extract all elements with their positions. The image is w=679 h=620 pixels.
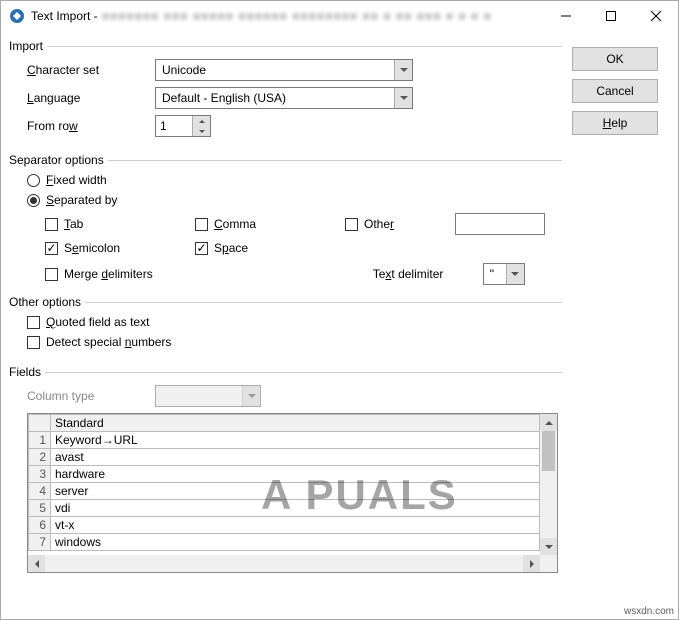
- comma-label: Comma: [214, 217, 256, 231]
- checkbox-off-icon: [195, 218, 208, 231]
- radio-off-icon: [27, 174, 40, 187]
- vertical-scrollbar[interactable]: [540, 414, 557, 555]
- text-delimiter-combo[interactable]: ": [483, 263, 525, 285]
- charset-value: Unicode: [162, 63, 206, 77]
- charset-combo[interactable]: Unicode: [155, 59, 413, 81]
- window-title: Text Import -: [31, 9, 98, 23]
- separated-by-label: Separated by: [46, 193, 117, 207]
- table-row: 6vt-x: [29, 517, 540, 534]
- other-options-group: Other options Quoted field as text Detec…: [9, 295, 562, 359]
- column-type-combo: [155, 385, 261, 407]
- chevron-down-icon: [242, 386, 260, 406]
- scroll-left-icon[interactable]: [28, 555, 45, 572]
- checkbox-off-icon: [27, 316, 40, 329]
- text-import-dialog: Text Import - ■■■■■■■ ■■■ ■■■■■ ■■■■■■ ■…: [0, 0, 679, 620]
- quoted-field-checkbox[interactable]: Quoted field as text: [9, 315, 562, 329]
- column-type-label: Column type: [27, 389, 155, 403]
- semicolon-label: Semicolon: [64, 241, 120, 255]
- detect-numbers-checkbox[interactable]: Detect special numbers: [9, 335, 562, 349]
- row-header-corner: [29, 415, 51, 432]
- chevron-down-icon: [394, 88, 412, 108]
- separator-legend: Separator options: [9, 153, 108, 167]
- radio-on-icon: [27, 194, 40, 207]
- fromrow-spinner[interactable]: [155, 115, 211, 137]
- fixed-width-radio[interactable]: Fixed width: [9, 173, 562, 187]
- comma-checkbox[interactable]: Comma: [195, 217, 345, 231]
- import-legend: Import: [9, 39, 47, 53]
- watermark-text: A PUALS: [261, 471, 458, 519]
- window-title-filename: ■■■■■■■ ■■■ ■■■■■ ■■■■■■ ■■■■■■■■ ■■ ■ ■…: [102, 9, 543, 23]
- semicolon-checkbox[interactable]: ✓ Semicolon: [45, 241, 195, 255]
- charset-label: Character set: [27, 63, 155, 77]
- scroll-right-icon[interactable]: [523, 555, 540, 572]
- language-combo[interactable]: Default - English (USA): [155, 87, 413, 109]
- spinner-down-icon[interactable]: [193, 126, 210, 136]
- window-close-button[interactable]: [633, 1, 678, 31]
- scroll-thumb[interactable]: [542, 431, 555, 471]
- column-header[interactable]: Standard: [51, 415, 540, 432]
- app-icon: [9, 8, 25, 24]
- separator-group: Separator options Fixed width Separated …: [9, 153, 562, 289]
- scroll-up-icon[interactable]: [540, 414, 557, 431]
- fixed-width-label: Fixed width: [46, 173, 107, 187]
- checkbox-on-icon: ✓: [195, 242, 208, 255]
- help-button[interactable]: Help: [572, 111, 658, 135]
- merge-delimiters-checkbox[interactable]: Merge delimiters: [45, 267, 153, 281]
- quoted-field-label: Quoted field as text: [46, 315, 149, 329]
- checkbox-off-icon: [45, 218, 58, 231]
- checkbox-off-icon: [45, 268, 58, 281]
- scroll-down-icon[interactable]: [540, 538, 557, 555]
- window-maximize-button[interactable]: [588, 1, 633, 31]
- chevron-down-icon: [394, 60, 412, 80]
- checkbox-off-icon: [345, 218, 358, 231]
- checkbox-off-icon: [27, 336, 40, 349]
- tab-checkbox[interactable]: Tab: [45, 217, 195, 231]
- other-delimiter-input[interactable]: [455, 213, 545, 235]
- space-label: Space: [214, 241, 248, 255]
- checkbox-on-icon: ✓: [45, 242, 58, 255]
- ok-button[interactable]: OK: [572, 47, 658, 71]
- horizontal-scrollbar[interactable]: [28, 555, 557, 572]
- detect-numbers-label: Detect special numbers: [46, 335, 171, 349]
- scroll-corner: [540, 555, 557, 572]
- space-checkbox[interactable]: ✓ Space: [195, 241, 345, 255]
- fields-legend: Fields: [9, 365, 45, 379]
- spinner-up-icon[interactable]: [193, 116, 210, 126]
- import-group: Import Character set Unicode Language De…: [9, 39, 562, 147]
- language-label: Language: [27, 91, 155, 105]
- other-checkbox[interactable]: Other: [345, 217, 455, 231]
- chevron-down-icon: [506, 264, 524, 284]
- tab-label: Tab: [64, 217, 83, 231]
- table-row: 2avast: [29, 449, 540, 466]
- merge-delimiters-label: Merge delimiters: [64, 267, 153, 281]
- window-minimize-button[interactable]: [543, 1, 588, 31]
- fromrow-label: From row: [27, 119, 155, 133]
- text-delimiter-label: Text delimiter: [373, 267, 483, 281]
- credit-text: wsxdn.com: [624, 606, 674, 617]
- other-label: Other: [364, 217, 394, 231]
- separated-by-radio[interactable]: Separated by: [9, 193, 562, 207]
- fromrow-input[interactable]: [156, 119, 192, 133]
- titlebar[interactable]: Text Import - ■■■■■■■ ■■■ ■■■■■ ■■■■■■ ■…: [1, 1, 678, 31]
- other-options-legend: Other options: [9, 295, 85, 309]
- table-row: 1Keyword→URL: [29, 432, 540, 449]
- table-row: 7windows: [29, 534, 540, 551]
- language-value: Default - English (USA): [162, 91, 286, 105]
- cancel-button[interactable]: Cancel: [572, 79, 658, 103]
- text-delimiter-value: ": [490, 267, 494, 281]
